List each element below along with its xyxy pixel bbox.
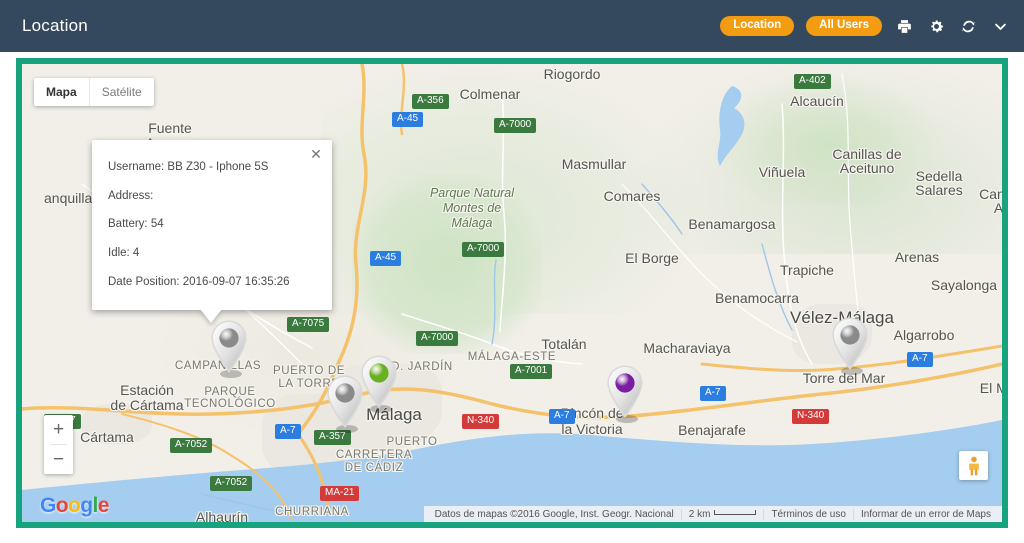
scale-label: 2 km: [688, 508, 711, 520]
marker-malaga-gray[interactable]: [322, 374, 368, 434]
road-shield: N-340: [462, 414, 500, 429]
zoom-control[interactable]: + −: [44, 415, 73, 474]
top-bar: Location Location All Users: [0, 0, 1024, 52]
info-row-idle: Idle: 4: [108, 246, 140, 259]
zoom-in-button[interactable]: +: [44, 415, 73, 444]
road-shield: A-7052: [170, 438, 213, 453]
terms-link[interactable]: Términos de uso: [763, 508, 852, 520]
road-shield: A-7000: [494, 118, 537, 133]
scale-bar: [714, 509, 757, 515]
road-shield: A-7001: [510, 364, 553, 379]
print-icon[interactable]: [894, 16, 914, 36]
map-frame: Colmenar Riogordo Alcaucín Masmullar Comares…: [16, 58, 1008, 528]
logo-letter: g: [80, 494, 93, 517]
page-title: Location: [22, 16, 88, 35]
logo-letter: e: [97, 494, 110, 517]
google-logo: Google: [40, 494, 109, 518]
logo-letter: G: [40, 494, 56, 517]
logo-letter: o: [67, 494, 81, 517]
info-row-username: Username: BB Z30 - Iphone 5S: [108, 161, 269, 173]
all-users-pill[interactable]: All Users: [806, 15, 882, 37]
top-bar-actions: Location All Users: [720, 15, 1010, 37]
road-shield: A-7: [275, 424, 301, 439]
road-shield: MA-21: [320, 486, 360, 501]
close-icon[interactable]: ✕: [308, 146, 324, 162]
road-shield: A-7075: [287, 317, 330, 332]
chevron-down-icon[interactable]: [990, 16, 1010, 36]
info-row-address: Address:: [108, 189, 154, 202]
attribution-data: Datos de mapas ©2016 Google, Inst. Geogr…: [434, 508, 674, 520]
marker-velez-malaga[interactable]: [827, 316, 873, 376]
road-shield: A-7: [907, 352, 933, 367]
road-shield: A-7052: [210, 476, 253, 491]
road-shield: A-45: [392, 112, 424, 127]
marker-parque-tecnologico[interactable]: [206, 319, 252, 379]
road-shield: A-7: [549, 409, 575, 424]
map-type-control[interactable]: Mapa Satélite: [34, 78, 154, 106]
road-shield: N-340: [792, 409, 830, 424]
logo-letter: o: [55, 494, 69, 517]
info-row-date-position: Date Position: 2016-09-07 16:35:26: [108, 275, 290, 288]
map-type-mapa[interactable]: Mapa: [34, 78, 90, 106]
map-attribution: Datos de mapas ©2016 Google, Inst. Geogr…: [423, 506, 1002, 522]
marker-info-window[interactable]: ✕ Username: BB Z30 - Iphone 5S Address: …: [92, 140, 332, 324]
road-shield: A-7000: [462, 242, 505, 257]
map-type-satellite[interactable]: Satélite: [90, 78, 154, 106]
road-shield: A-7: [700, 386, 726, 401]
road-shield: A-45: [370, 251, 402, 266]
location-pill[interactable]: Location: [720, 15, 795, 37]
report-error-link[interactable]: Informar de un error de Maps: [852, 508, 998, 520]
road-shield: A-7000: [416, 331, 459, 346]
map-canvas[interactable]: Colmenar Riogordo Alcaucín Masmullar Comares…: [22, 64, 1002, 522]
road-shield: A-356: [412, 94, 449, 109]
refresh-icon[interactable]: [958, 16, 978, 36]
info-window-pointer: [200, 309, 222, 324]
road-shield: A-402: [794, 74, 831, 89]
zoom-out-button[interactable]: −: [44, 445, 73, 474]
street-view-pegman-icon[interactable]: [959, 451, 988, 480]
gear-icon[interactable]: [926, 16, 946, 36]
scale-indicator: 2 km: [680, 508, 764, 520]
marker-rincon-purple[interactable]: [602, 364, 648, 424]
info-row-battery: Battery: 54: [108, 218, 164, 231]
